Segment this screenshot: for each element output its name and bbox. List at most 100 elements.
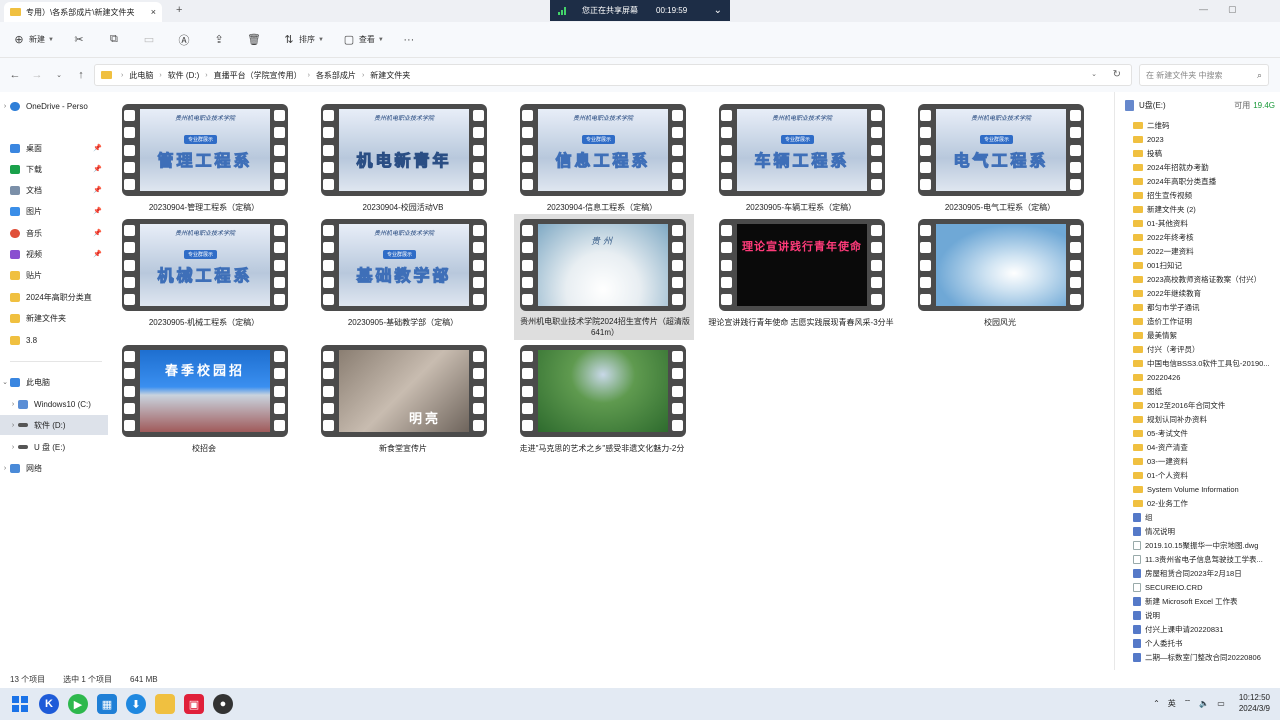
- preview-item[interactable]: 01-其他资料: [1133, 216, 1279, 230]
- more-button[interactable]: ···: [402, 33, 419, 47]
- preview-item[interactable]: 11.3贵州省电子信息驾驶技工学表...: [1133, 552, 1279, 566]
- nav-folder-tiepian[interactable]: 贴片: [0, 265, 108, 285]
- file-item[interactable]: 贵州机电职业技术学院 机电新青年 20230904-校园活动VB: [308, 94, 488, 212]
- new-button[interactable]: ⊕ 新建 ▼: [12, 33, 54, 47]
- nav-folder-38[interactable]: 3.8: [0, 330, 108, 350]
- maximize-button[interactable]: ▢: [1228, 4, 1237, 15]
- file-item[interactable]: 走进"马克思的艺术之乡"感受非遗文化魅力-2分: [507, 335, 687, 453]
- preview-item[interactable]: System Volume Information: [1133, 482, 1279, 496]
- file-item[interactable]: 贵州机电职业技术学院 专业群展示 基础教学部 20230905-基础教学部（定稿）: [308, 209, 488, 327]
- nav-videos[interactable]: 视频 📌: [0, 244, 108, 264]
- preview-item[interactable]: 2023: [1133, 132, 1279, 146]
- refresh-icon[interactable]: ↻: [1113, 69, 1121, 80]
- nav-documents[interactable]: 文档 📌: [0, 180, 108, 200]
- file-item[interactable]: 贵州机电职业技术学院 专业群展示 机械工程系 20230905-机械工程系（定稿）: [109, 209, 289, 327]
- chevron-down-icon[interactable]: ⌄: [714, 5, 722, 16]
- file-item[interactable]: 贵州机电职业技术学院 专业群展示 车辆工程系 20230905-车辆工程系（定稿）: [706, 94, 886, 212]
- nav-drive-c[interactable]: › Windows10 (C:): [0, 394, 108, 414]
- preview-item[interactable]: SECUREIO.CRD: [1133, 580, 1279, 594]
- chevron-down-icon[interactable]: ⌄: [1091, 70, 1097, 78]
- preview-item[interactable]: 造价工作证明: [1133, 314, 1279, 328]
- preview-item[interactable]: 2022年继续教育: [1133, 286, 1279, 300]
- preview-item[interactable]: 001扫知记: [1133, 258, 1279, 272]
- preview-item[interactable]: 2012至2016年合同文件: [1133, 398, 1279, 412]
- preview-item[interactable]: 2022年终考核: [1133, 230, 1279, 244]
- rename-button[interactable]: Ⓐ: [177, 33, 194, 47]
- file-item[interactable]: 明亮 新食堂宣传片: [308, 335, 488, 453]
- breadcrumb-drive-d[interactable]: 软件 (D:): [168, 70, 200, 81]
- search-input[interactable]: 在 新建文件夹 中搜索 ⌕: [1139, 64, 1269, 86]
- nav-downloads[interactable]: 下载 📌: [0, 159, 108, 179]
- back-arrow-icon[interactable]: ←: [4, 69, 26, 81]
- k-app-icon[interactable]: K: [39, 694, 59, 714]
- recent-chevron-icon[interactable]: ⌄: [48, 71, 70, 79]
- share-button[interactable]: ⇪: [212, 33, 229, 47]
- preview-item[interactable]: 01-个人资料: [1133, 468, 1279, 482]
- preview-item[interactable]: 新建文件夹 (2): [1133, 202, 1279, 216]
- preview-item[interactable]: 20220426: [1133, 370, 1279, 384]
- up-arrow-icon[interactable]: ↑: [70, 69, 92, 81]
- recorder-app-icon[interactable]: ●: [213, 694, 233, 714]
- nav-folder-2024[interactable]: 2024年高职分类直: [0, 287, 108, 307]
- file-item[interactable]: 校园风光: [905, 209, 1085, 327]
- preview-item[interactable]: 中国电信BSS3.0软件工具包-20190...: [1133, 356, 1279, 370]
- preview-item[interactable]: 二维码: [1133, 118, 1279, 132]
- preview-item[interactable]: 组: [1133, 510, 1279, 524]
- file-item[interactable]: 理论宣讲践行青年使命 理论宣讲践行青年使命 志愿实践展现青春风采-3分半: [706, 209, 894, 327]
- breadcrumb-this-pc[interactable]: 此电脑: [129, 70, 153, 81]
- preview-item[interactable]: 新建 Microsoft Excel 工作表: [1133, 594, 1279, 608]
- network-icon[interactable]: ⌔: [1184, 698, 1192, 708]
- preview-item[interactable]: 2022一建资料: [1133, 244, 1279, 258]
- file-item[interactable]: 贵州机电职业技术学院 专业群展示 信息工程系 20230904-信息工程系（定稿）: [507, 94, 687, 212]
- breadcrumb-platform[interactable]: 直播平台（学院宣传用）: [214, 70, 302, 81]
- preview-item[interactable]: 二期—标数室门整改合同20220806: [1133, 650, 1279, 664]
- preview-item[interactable]: 都匀市学子通讯: [1133, 300, 1279, 314]
- preview-item[interactable]: 说明: [1133, 608, 1279, 622]
- preview-item[interactable]: 招生宣传视频: [1133, 188, 1279, 202]
- paste-button[interactable]: ▭: [142, 33, 159, 47]
- screen-tool-icon[interactable]: ▦: [97, 694, 117, 714]
- download-app-icon[interactable]: ⬇: [126, 694, 146, 714]
- media-player-icon[interactable]: ▶: [68, 694, 88, 714]
- preview-item[interactable]: 个人委托书: [1133, 636, 1279, 650]
- video-app-icon[interactable]: ▣: [184, 694, 204, 714]
- nav-drive-e[interactable]: › U 盘 (E:): [0, 437, 108, 457]
- nav-desktop[interactable]: 桌面 📌: [0, 138, 108, 158]
- preview-item[interactable]: 付兴（考评员）: [1133, 342, 1279, 356]
- preview-item[interactable]: 03-一建资料: [1133, 454, 1279, 468]
- preview-item[interactable]: 图纸: [1133, 384, 1279, 398]
- preview-item[interactable]: 2023高校教师资格证教案（付兴）: [1133, 272, 1279, 286]
- preview-item[interactable]: 2019.10.15聚振华一中宗地图.dwg: [1133, 538, 1279, 552]
- chevron-up-icon[interactable]: ⌃: [1153, 699, 1160, 708]
- view-button[interactable]: ▢ 查看 ▼: [342, 33, 384, 47]
- nav-network[interactable]: › 网络: [0, 458, 108, 478]
- nav-this-pc[interactable]: ⌄ 此电脑: [0, 372, 108, 392]
- preview-item[interactable]: 规划认同补办资料: [1133, 412, 1279, 426]
- file-item[interactable]: 贵州机电职业技术学院 专业群展示 管理工程系 20230904-管理工程系（定稿）: [109, 94, 289, 212]
- tab-close-button[interactable]: ×: [151, 7, 156, 17]
- preview-item[interactable]: 2024年高职分类直播: [1133, 174, 1279, 188]
- breadcrumb-departments[interactable]: 各系部成片: [316, 70, 356, 81]
- minimize-button[interactable]: —: [1199, 4, 1208, 14]
- preview-item[interactable]: 05-考试文件: [1133, 426, 1279, 440]
- breadcrumb-new-folder[interactable]: 新建文件夹: [370, 70, 410, 81]
- sort-button[interactable]: ⇅ 排序 ▼: [282, 33, 324, 47]
- nav-folder-new[interactable]: 新建文件夹: [0, 308, 108, 328]
- address-bar[interactable]: › 此电脑 › 软件 (D:) › 直播平台（学院宣传用） › 各系部成片 › …: [94, 64, 1132, 86]
- nav-music[interactable]: 音乐 📌: [0, 223, 108, 243]
- file-explorer-icon[interactable]: [155, 694, 175, 714]
- volume-icon[interactable]: 🔈: [1199, 699, 1209, 708]
- battery-icon[interactable]: ▭: [1217, 699, 1225, 708]
- preview-item[interactable]: 付兴上课申请20220831: [1133, 622, 1279, 636]
- clock[interactable]: 10:12:50 2024/3/9: [1239, 692, 1270, 714]
- forward-arrow-icon[interactable]: →: [26, 69, 48, 81]
- ime-indicator[interactable]: 英: [1168, 698, 1176, 709]
- preview-item[interactable]: 2024年招就办考勤: [1133, 160, 1279, 174]
- file-item-selected[interactable]: 贵州 贵州机电职业技术学院2024招生宣传片（超清版641m）: [514, 214, 694, 340]
- nav-pictures[interactable]: 图片 📌: [0, 201, 108, 221]
- cut-button[interactable]: ✂: [72, 33, 89, 47]
- windows-start-icon[interactable]: [10, 694, 30, 714]
- new-tab-button[interactable]: +: [176, 4, 182, 16]
- file-item[interactable]: 春季校园招 校招会: [109, 335, 289, 453]
- preview-item[interactable]: 最美情絮: [1133, 328, 1279, 342]
